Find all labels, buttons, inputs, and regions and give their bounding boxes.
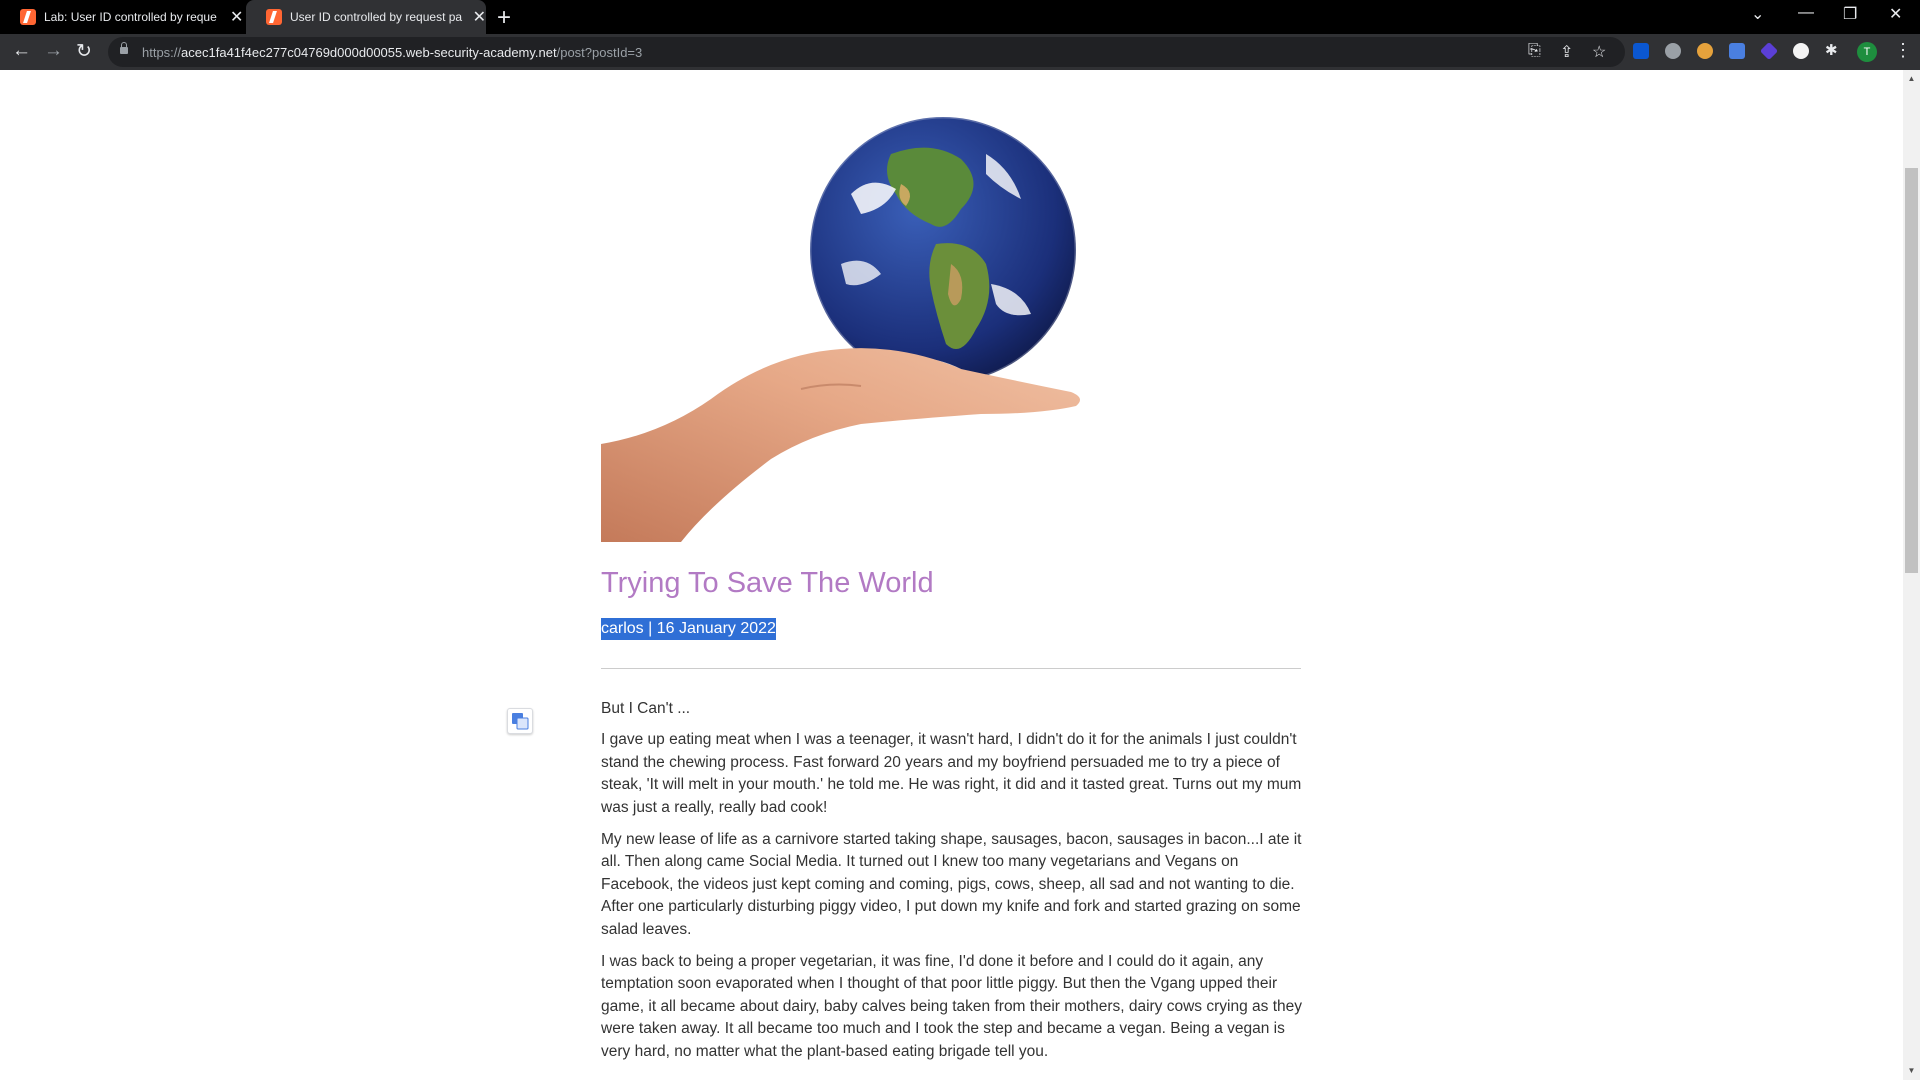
forward-arrow-icon[interactable]: → xyxy=(44,40,63,62)
close-tab-icon[interactable]: ✕ xyxy=(230,7,243,27)
lock-icon[interactable] xyxy=(120,42,128,54)
bookmark-star-icon[interactable]: ☆ xyxy=(1592,42,1606,62)
post-body: But I Can't ... I gave up eating meat wh… xyxy=(601,698,1303,1073)
divider xyxy=(601,668,1301,669)
close-tab-icon[interactable]: ✕ xyxy=(473,7,486,27)
browser-toolbar: ← → ↻ https://acec1fa41f4ec277c04769d000… xyxy=(0,34,1920,70)
page-viewport: Trying To Save The World carlos | 16 Jan… xyxy=(0,70,1903,1080)
portswigger-favicon-icon xyxy=(20,9,36,25)
portswigger-favicon-icon xyxy=(266,9,282,25)
post-paragraph: I was back to being a proper vegetarian,… xyxy=(601,953,1302,1060)
post-image xyxy=(601,114,1081,542)
extension-diamond-icon[interactable] xyxy=(1759,41,1779,61)
url-scheme: https:// xyxy=(142,45,182,60)
scrollbar-thumb[interactable] xyxy=(1905,168,1918,573)
extension-chrome-icon[interactable] xyxy=(1793,43,1809,59)
tab-strip: Lab: User ID controlled by reque ✕ User … xyxy=(0,0,1920,34)
post-paragraph: My new lease of life as a carnivore star… xyxy=(601,831,1302,938)
restore-icon[interactable]: ❐ xyxy=(1843,4,1857,24)
tab-lab[interactable]: Lab: User ID controlled by reque ✕ xyxy=(0,0,245,34)
reload-icon[interactable]: ↻ xyxy=(76,40,92,63)
post-title: Trying To Save The World xyxy=(601,567,934,599)
url-text[interactable]: https://acec1fa41f4ec277c04769d000d00055… xyxy=(142,45,642,60)
url-path: /post?postId=3 xyxy=(556,45,643,60)
post-author-date: carlos | 16 January 2022 xyxy=(601,618,776,640)
scroll-up-arrow-icon[interactable]: ▲ xyxy=(1906,74,1917,83)
translate-popup-icon[interactable] xyxy=(507,708,533,734)
extension-j-icon[interactable] xyxy=(1633,43,1649,59)
tab-search-chevron-down-icon[interactable]: ⌄ xyxy=(1751,4,1764,24)
tab-title: User ID controlled by request pa xyxy=(290,10,463,24)
new-tab-icon[interactable]: + xyxy=(497,4,511,32)
tab-post[interactable]: User ID controlled by request pa ✕ xyxy=(246,0,486,34)
extensions-puzzle-icon[interactable]: ✱ xyxy=(1825,41,1841,59)
extension-translate-icon[interactable] xyxy=(1729,43,1745,59)
post-paragraph: I gave up eating meat when I was a teena… xyxy=(601,731,1302,816)
close-window-icon[interactable]: ✕ xyxy=(1889,4,1902,24)
scroll-down-arrow-icon[interactable]: ▼ xyxy=(1906,1066,1917,1075)
extension-gear-icon[interactable] xyxy=(1665,43,1681,59)
share-icon[interactable]: ⇪ xyxy=(1560,42,1573,62)
url-host: acec1fa41f4ec277c04769d000d00055.web-sec… xyxy=(181,45,557,60)
tab-title: Lab: User ID controlled by reque xyxy=(44,10,217,24)
hand-shape xyxy=(601,348,1080,542)
back-arrow-icon[interactable]: ← xyxy=(12,40,31,62)
extension-cookie-icon[interactable] xyxy=(1697,43,1713,59)
minimize-icon[interactable]: — xyxy=(1798,4,1814,22)
profile-avatar[interactable]: T xyxy=(1857,42,1877,62)
address-bar[interactable]: https://acec1fa41f4ec277c04769d000d00055… xyxy=(108,37,1625,67)
translate-page-icon[interactable]: ⎘ xyxy=(1528,42,1541,60)
browser-menu-icon[interactable]: ⋮ xyxy=(1894,40,1912,61)
post-paragraph: But I Can't ... xyxy=(601,700,691,717)
